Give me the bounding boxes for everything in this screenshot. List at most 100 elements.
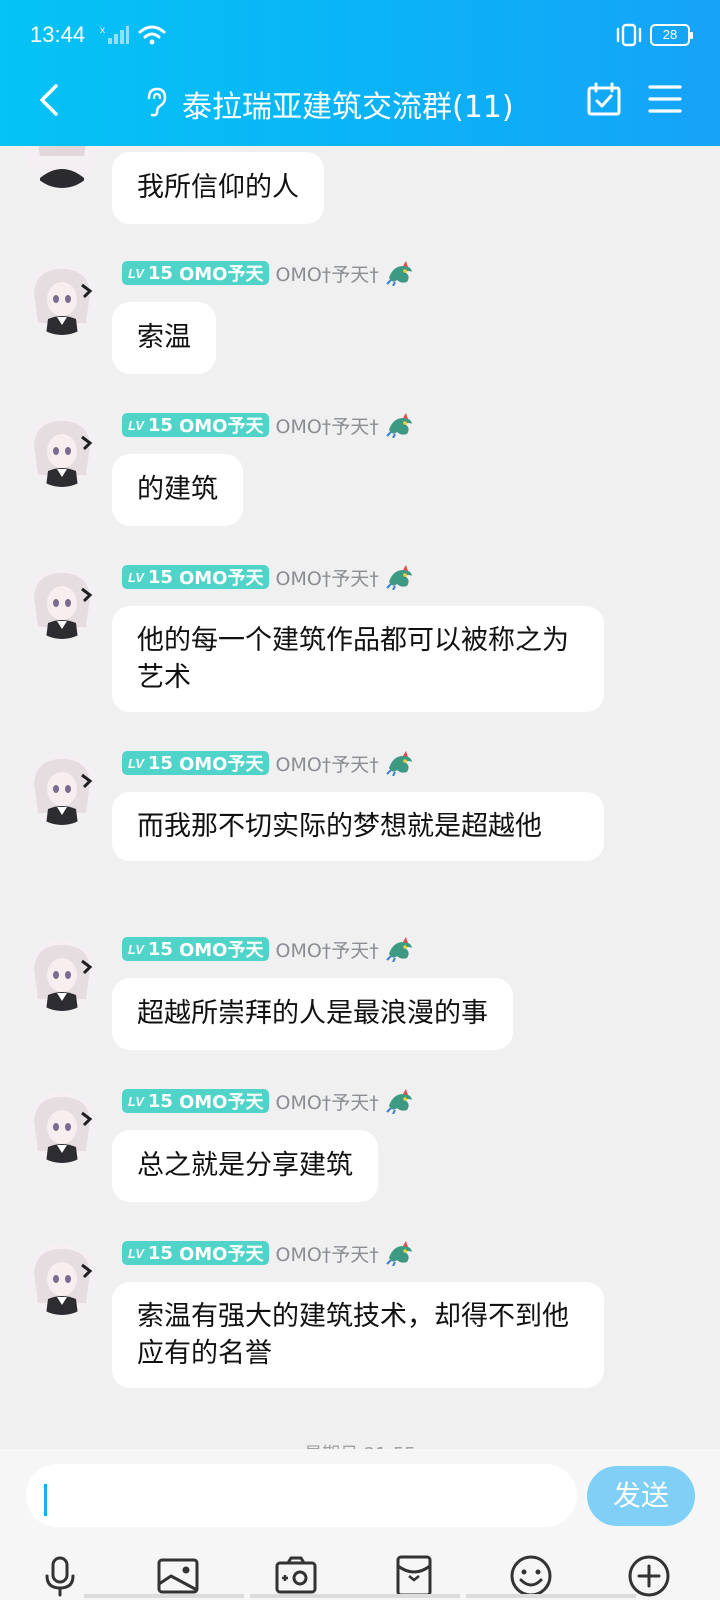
avatar-image bbox=[26, 753, 98, 825]
message-text: 索温有强大的建筑技术，却得不到他应有的名誉 bbox=[137, 1301, 569, 1369]
input-area: 发送 bbox=[0, 1449, 720, 1600]
level-badge: LV 15 OMO予天 bbox=[122, 565, 270, 589]
message-text: 我所信仰的人 bbox=[137, 172, 299, 203]
group-nickname: OMO予天 bbox=[178, 264, 264, 285]
message-bubble[interactable]: 超越所崇拜的人是最浪漫的事 bbox=[112, 978, 513, 1050]
message-bubble[interactable]: 我所信仰的人 bbox=[112, 152, 324, 224]
red-packet-icon[interactable] bbox=[392, 1554, 436, 1598]
message-bubble[interactable]: 索温 bbox=[112, 302, 216, 374]
vibrate-icon bbox=[616, 23, 642, 47]
plus-icon[interactable] bbox=[627, 1554, 671, 1598]
avatar[interactable] bbox=[26, 263, 98, 335]
sender-meta: LV 15 OMO予天 OMO†予天† bbox=[122, 1240, 415, 1266]
group-nickname: OMO予天 bbox=[178, 1092, 264, 1113]
level-prefix: LV bbox=[128, 1093, 144, 1109]
dragon-badge-icon bbox=[386, 565, 412, 590]
avatar[interactable] bbox=[26, 415, 98, 487]
sender-name[interactable]: OMO†予天† bbox=[275, 564, 378, 591]
avatar-image bbox=[26, 1243, 98, 1315]
dragon-badge-icon bbox=[386, 261, 412, 286]
message-bubble[interactable]: 而我那不切实际的梦想就是超越他 bbox=[112, 792, 604, 861]
level-number: 15 bbox=[147, 566, 173, 588]
level-badge: LV 15 OMO予天 bbox=[122, 261, 270, 285]
level-number: 15 bbox=[147, 938, 173, 960]
sender-meta: LV 15 OMO予天 OMO†予天† bbox=[122, 936, 415, 962]
group-nickname: OMO予天 bbox=[178, 940, 264, 961]
dragon-badge-icon bbox=[386, 1089, 412, 1114]
wifi-icon bbox=[138, 25, 166, 45]
message-bubble[interactable]: 的建筑 bbox=[112, 454, 243, 526]
avatar[interactable] bbox=[26, 753, 98, 825]
message-text: 而我那不切实际的梦想就是超越他 bbox=[137, 811, 542, 842]
header: 13:44 x 28 泰拉瑞亚建筑交流群(11) bbox=[0, 0, 720, 146]
sender-name[interactable]: OMO†予天† bbox=[275, 260, 378, 287]
text-caret bbox=[44, 1484, 47, 1516]
group-nickname: OMO予天 bbox=[178, 1244, 264, 1265]
level-badge: LV 15 OMO予天 bbox=[122, 1089, 270, 1113]
group-nickname: OMO予天 bbox=[178, 416, 264, 437]
dragon-badge-icon bbox=[386, 937, 412, 962]
sender-name[interactable]: OMO†予天† bbox=[275, 412, 378, 439]
image-icon[interactable] bbox=[156, 1554, 200, 1598]
group-nickname: OMO予天 bbox=[178, 754, 264, 775]
chat-title: 泰拉瑞亚建筑交流群(11) bbox=[182, 90, 514, 125]
avatar-image bbox=[26, 415, 98, 487]
level-badge: LV 15 OMO予天 bbox=[122, 413, 270, 437]
message-bubble[interactable]: 索温有强大的建筑技术，却得不到他应有的名誉 bbox=[112, 1282, 604, 1388]
camera-icon[interactable] bbox=[274, 1554, 318, 1598]
level-number: 15 bbox=[147, 262, 173, 284]
avatar-image bbox=[26, 939, 98, 1011]
sender-name[interactable]: OMO†予天† bbox=[275, 936, 378, 963]
sender-meta: LV 15 OMO予天 OMO†予天† bbox=[122, 564, 415, 590]
message-text: 总之就是分享建筑 bbox=[137, 1150, 353, 1181]
menu-icon[interactable] bbox=[648, 84, 682, 114]
group-nickname: OMO予天 bbox=[178, 568, 264, 589]
avatar[interactable] bbox=[26, 146, 98, 188]
dragon-badge-icon bbox=[386, 751, 412, 776]
avatar[interactable] bbox=[26, 1243, 98, 1315]
dragon-badge-icon bbox=[386, 413, 412, 438]
sender-meta: LV 15 OMO予天 OMO†予天† bbox=[122, 260, 415, 286]
level-number: 15 bbox=[147, 752, 173, 774]
level-badge: LV 15 OMO予天 bbox=[122, 937, 270, 961]
sender-name[interactable]: OMO†予天† bbox=[275, 1088, 378, 1115]
level-number: 15 bbox=[147, 1242, 173, 1264]
message-input[interactable] bbox=[26, 1464, 577, 1527]
avatar[interactable] bbox=[26, 567, 98, 639]
signal-icon: x bbox=[100, 25, 129, 44]
send-button[interactable]: 发送 bbox=[587, 1466, 695, 1526]
level-prefix: LV bbox=[128, 755, 144, 771]
message-bubble[interactable]: 他的每一个建筑作品都可以被称之为艺术 bbox=[112, 606, 604, 712]
level-number: 15 bbox=[147, 414, 173, 436]
avatar[interactable] bbox=[26, 939, 98, 1011]
avatar-image bbox=[26, 1091, 98, 1163]
avatar-image bbox=[26, 146, 98, 188]
mic-icon[interactable] bbox=[38, 1554, 82, 1598]
chat-messages[interactable]: 我所信仰的人 LV 15 OMO予天 OMO†予天† 索温 LV 15 OMO予… bbox=[0, 146, 720, 1449]
level-badge: LV 15 OMO予天 bbox=[122, 1241, 270, 1265]
level-prefix: LV bbox=[128, 941, 144, 957]
panel-divider bbox=[84, 1594, 636, 1598]
battery-indicator: 28 bbox=[650, 24, 693, 46]
sender-meta: LV 15 OMO予天 OMO†予天† bbox=[122, 1088, 415, 1114]
avatar-image bbox=[26, 567, 98, 639]
emoji-icon[interactable] bbox=[509, 1554, 553, 1598]
message-text: 他的每一个建筑作品都可以被称之为艺术 bbox=[137, 625, 569, 693]
avatar-image bbox=[26, 263, 98, 335]
level-prefix: LV bbox=[128, 265, 144, 281]
level-prefix: LV bbox=[128, 417, 144, 433]
ear-icon bbox=[147, 87, 167, 117]
status-bar: 13:44 x 28 bbox=[0, 0, 720, 70]
svg-text:x: x bbox=[100, 25, 105, 36]
sender-name[interactable]: OMO†予天† bbox=[275, 1240, 378, 1267]
back-arrow-icon[interactable] bbox=[30, 80, 70, 120]
level-prefix: LV bbox=[128, 1245, 144, 1261]
level-prefix: LV bbox=[128, 569, 144, 585]
avatar[interactable] bbox=[26, 1091, 98, 1163]
sender-meta: LV 15 OMO予天 OMO†予天† bbox=[122, 750, 415, 776]
sender-name[interactable]: OMO†予天† bbox=[275, 750, 378, 777]
sender-meta: LV 15 OMO予天 OMO†予天† bbox=[122, 412, 415, 438]
calendar-check-icon[interactable] bbox=[586, 82, 622, 118]
message-bubble[interactable]: 总之就是分享建筑 bbox=[112, 1130, 378, 1202]
level-number: 15 bbox=[147, 1090, 173, 1112]
